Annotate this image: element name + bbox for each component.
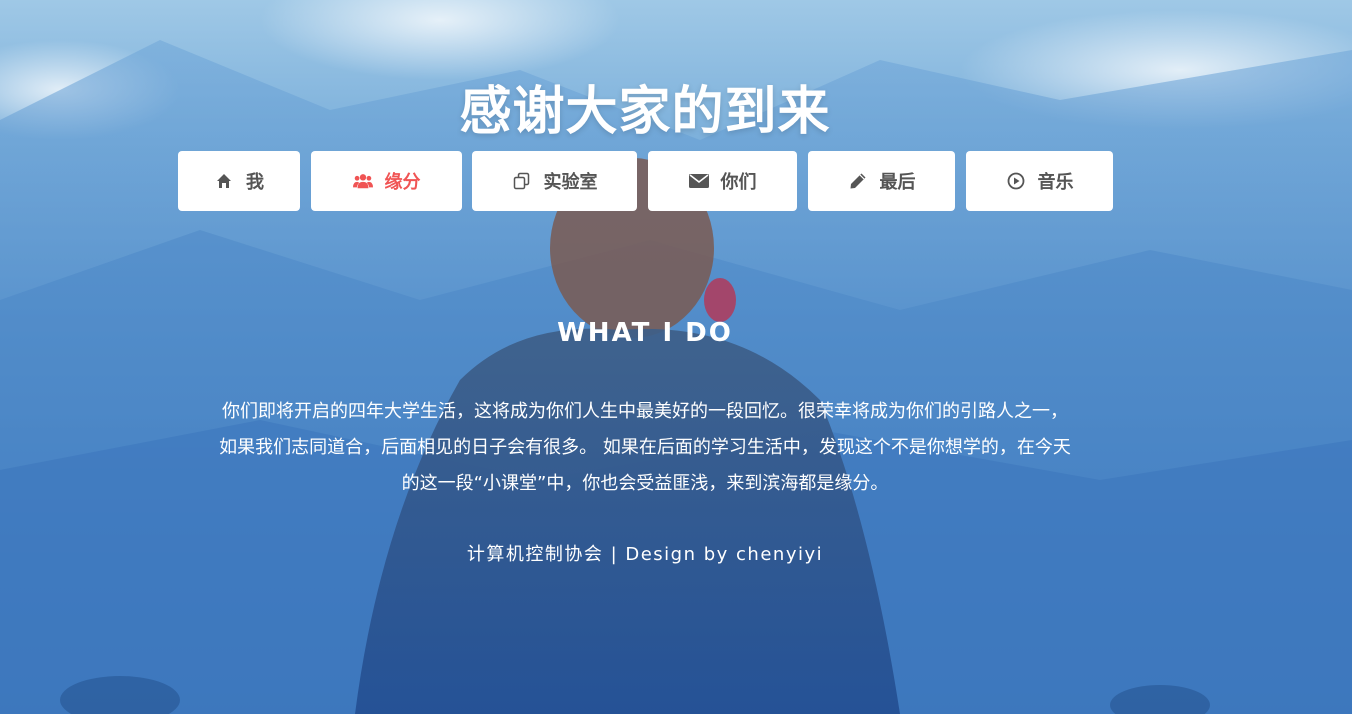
nav-item-fate[interactable]: 缘分 bbox=[311, 151, 462, 211]
copy-icon bbox=[512, 171, 532, 191]
envelope-icon bbox=[688, 171, 709, 191]
pencil-icon bbox=[848, 171, 868, 191]
main-nav: 我 缘分 实验室 你们 最后 音乐 bbox=[0, 151, 1352, 211]
page-title: 感谢大家的到来 bbox=[459, 81, 831, 142]
nav-item-music[interactable]: 音乐 bbox=[966, 151, 1113, 211]
nav-item-label: 你们 bbox=[720, 172, 757, 193]
nav-item-label: 实验室 bbox=[543, 172, 598, 193]
nav-item-you[interactable]: 你们 bbox=[648, 151, 797, 211]
nav-item-lab[interactable]: 实验室 bbox=[472, 151, 637, 211]
home-icon bbox=[214, 171, 234, 191]
nav-item-label: 我 bbox=[246, 172, 264, 193]
nav-item-label: 最后 bbox=[879, 172, 916, 193]
play-circle-icon bbox=[1006, 171, 1026, 191]
users-icon bbox=[352, 171, 373, 191]
footer-credit: 计算机控制协会 | Design by chenyiyi bbox=[466, 544, 824, 565]
nav-item-label: 音乐 bbox=[1037, 172, 1074, 193]
section-heading: WHAT I DO bbox=[557, 317, 733, 348]
nav-item-me[interactable]: 我 bbox=[178, 151, 300, 211]
nav-item-label: 缘分 bbox=[384, 172, 421, 193]
nav-item-last[interactable]: 最后 bbox=[808, 151, 955, 211]
intro-paragraph: 你们即将开启的四年大学生活，这将成为你们人生中最美好的一段回忆。很荣幸将成为你们… bbox=[219, 401, 1071, 494]
